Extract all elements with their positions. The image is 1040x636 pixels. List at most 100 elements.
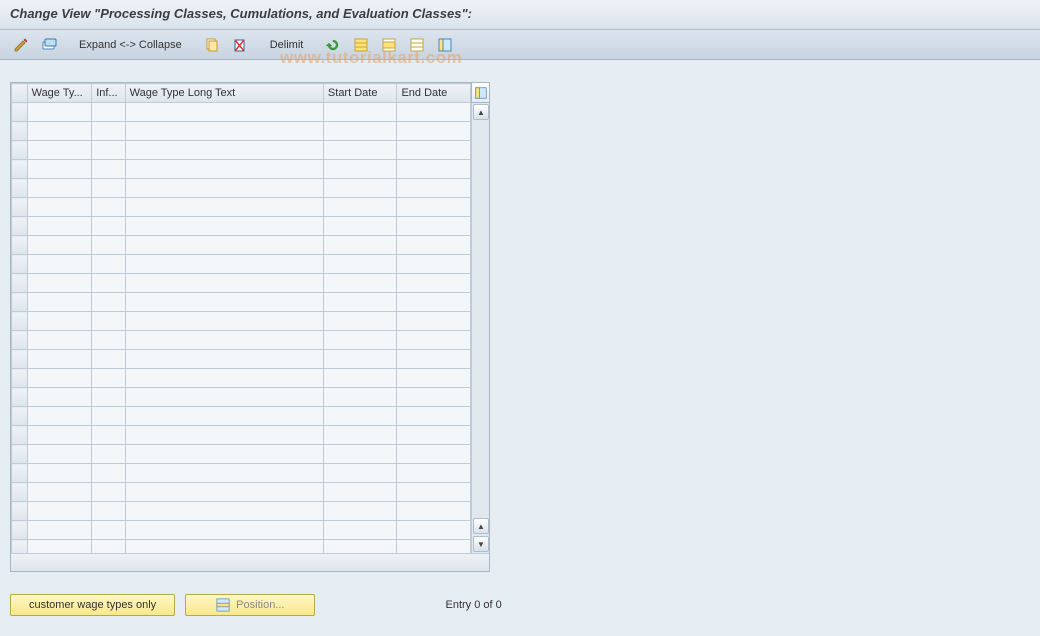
row-selector[interactable] (12, 445, 28, 464)
cell-start-date[interactable] (323, 255, 397, 274)
cell-start-date[interactable] (323, 293, 397, 312)
select-block-icon[interactable] (376, 34, 402, 56)
cell-wage-type[interactable] (27, 198, 92, 217)
cell-long-text[interactable] (125, 350, 323, 369)
table-row[interactable] (12, 160, 471, 179)
table-row[interactable] (12, 198, 471, 217)
table-row[interactable] (12, 445, 471, 464)
cell-long-text[interactable] (125, 483, 323, 502)
row-selector[interactable] (12, 502, 28, 521)
cell-start-date[interactable] (323, 103, 397, 122)
row-selector[interactable] (12, 274, 28, 293)
cell-start-date[interactable] (323, 407, 397, 426)
table-config-icon[interactable] (471, 83, 489, 103)
toggle-display-change-icon[interactable] (8, 34, 34, 56)
cell-wage-type[interactable] (27, 369, 92, 388)
cell-inf[interactable] (92, 103, 125, 122)
cell-inf[interactable] (92, 293, 125, 312)
delete-icon[interactable] (227, 34, 253, 56)
cell-end-date[interactable] (397, 312, 471, 331)
cell-inf[interactable] (92, 217, 125, 236)
cell-inf[interactable] (92, 274, 125, 293)
row-selector[interactable] (12, 198, 28, 217)
cell-long-text[interactable] (125, 331, 323, 350)
cell-long-text[interactable] (125, 179, 323, 198)
cell-end-date[interactable] (397, 217, 471, 236)
cell-long-text[interactable] (125, 141, 323, 160)
cell-wage-type[interactable] (27, 426, 92, 445)
row-selector[interactable] (12, 350, 28, 369)
cell-inf[interactable] (92, 521, 125, 540)
column-header-end-date[interactable]: End Date (397, 84, 471, 103)
row-selector[interactable] (12, 141, 28, 160)
table-row[interactable] (12, 141, 471, 160)
table-row[interactable] (12, 369, 471, 388)
cell-end-date[interactable] (397, 388, 471, 407)
customer-wage-types-button[interactable]: customer wage types only (10, 594, 175, 616)
row-selector[interactable] (12, 521, 28, 540)
position-button[interactable]: Position... (185, 594, 315, 616)
cell-wage-type[interactable] (27, 331, 92, 350)
row-selector[interactable] (12, 312, 28, 331)
scroll-up-icon[interactable]: ▲ (473, 104, 489, 120)
horizontal-scrollbar[interactable] (11, 553, 489, 571)
cell-inf[interactable] (92, 407, 125, 426)
cell-start-date[interactable] (323, 388, 397, 407)
column-header-infotype[interactable]: Inf... (92, 84, 125, 103)
cell-wage-type[interactable] (27, 236, 92, 255)
cell-inf[interactable] (92, 255, 125, 274)
cell-long-text[interactable] (125, 217, 323, 236)
cell-long-text[interactable] (125, 426, 323, 445)
cell-wage-type[interactable] (27, 464, 92, 483)
cell-wage-type[interactable] (27, 350, 92, 369)
cell-wage-type[interactable] (27, 445, 92, 464)
cell-wage-type[interactable] (27, 388, 92, 407)
table-row[interactable] (12, 464, 471, 483)
cell-inf[interactable] (92, 141, 125, 160)
cell-start-date[interactable] (323, 483, 397, 502)
cell-inf[interactable] (92, 464, 125, 483)
cell-wage-type[interactable] (27, 521, 92, 540)
cell-long-text[interactable] (125, 521, 323, 540)
cell-long-text[interactable] (125, 464, 323, 483)
cell-long-text[interactable] (125, 407, 323, 426)
table-row[interactable] (12, 502, 471, 521)
table-row[interactable] (12, 274, 471, 293)
cell-long-text[interactable] (125, 293, 323, 312)
cell-start-date[interactable] (323, 502, 397, 521)
cell-wage-type[interactable] (27, 217, 92, 236)
cell-wage-type[interactable] (27, 103, 92, 122)
cell-long-text[interactable] (125, 255, 323, 274)
row-selector[interactable] (12, 255, 28, 274)
cell-start-date[interactable] (323, 217, 397, 236)
cell-inf[interactable] (92, 160, 125, 179)
cell-wage-type[interactable] (27, 122, 92, 141)
cell-end-date[interactable] (397, 293, 471, 312)
cell-inf[interactable] (92, 369, 125, 388)
cell-long-text[interactable] (125, 198, 323, 217)
cell-wage-type[interactable] (27, 502, 92, 521)
row-selector[interactable] (12, 407, 28, 426)
cell-inf[interactable] (92, 502, 125, 521)
expand-collapse-button[interactable]: Expand <-> Collapse (72, 34, 189, 56)
cell-end-date[interactable] (397, 464, 471, 483)
row-selector[interactable] (12, 464, 28, 483)
table-settings-icon[interactable] (432, 34, 458, 56)
table-row[interactable] (12, 312, 471, 331)
cell-end-date[interactable] (397, 445, 471, 464)
cell-end-date[interactable] (397, 521, 471, 540)
cell-inf[interactable] (92, 122, 125, 141)
cell-long-text[interactable] (125, 122, 323, 141)
cell-end-date[interactable] (397, 236, 471, 255)
column-header-wage-type-long-text[interactable]: Wage Type Long Text (125, 84, 323, 103)
table-row[interactable] (12, 236, 471, 255)
cell-long-text[interactable] (125, 103, 323, 122)
row-selector[interactable] (12, 426, 28, 445)
cell-long-text[interactable] (125, 274, 323, 293)
row-selector[interactable] (12, 236, 28, 255)
cell-wage-type[interactable] (27, 407, 92, 426)
cell-wage-type[interactable] (27, 179, 92, 198)
row-selector[interactable] (12, 103, 28, 122)
table-row[interactable] (12, 331, 471, 350)
cell-start-date[interactable] (323, 198, 397, 217)
